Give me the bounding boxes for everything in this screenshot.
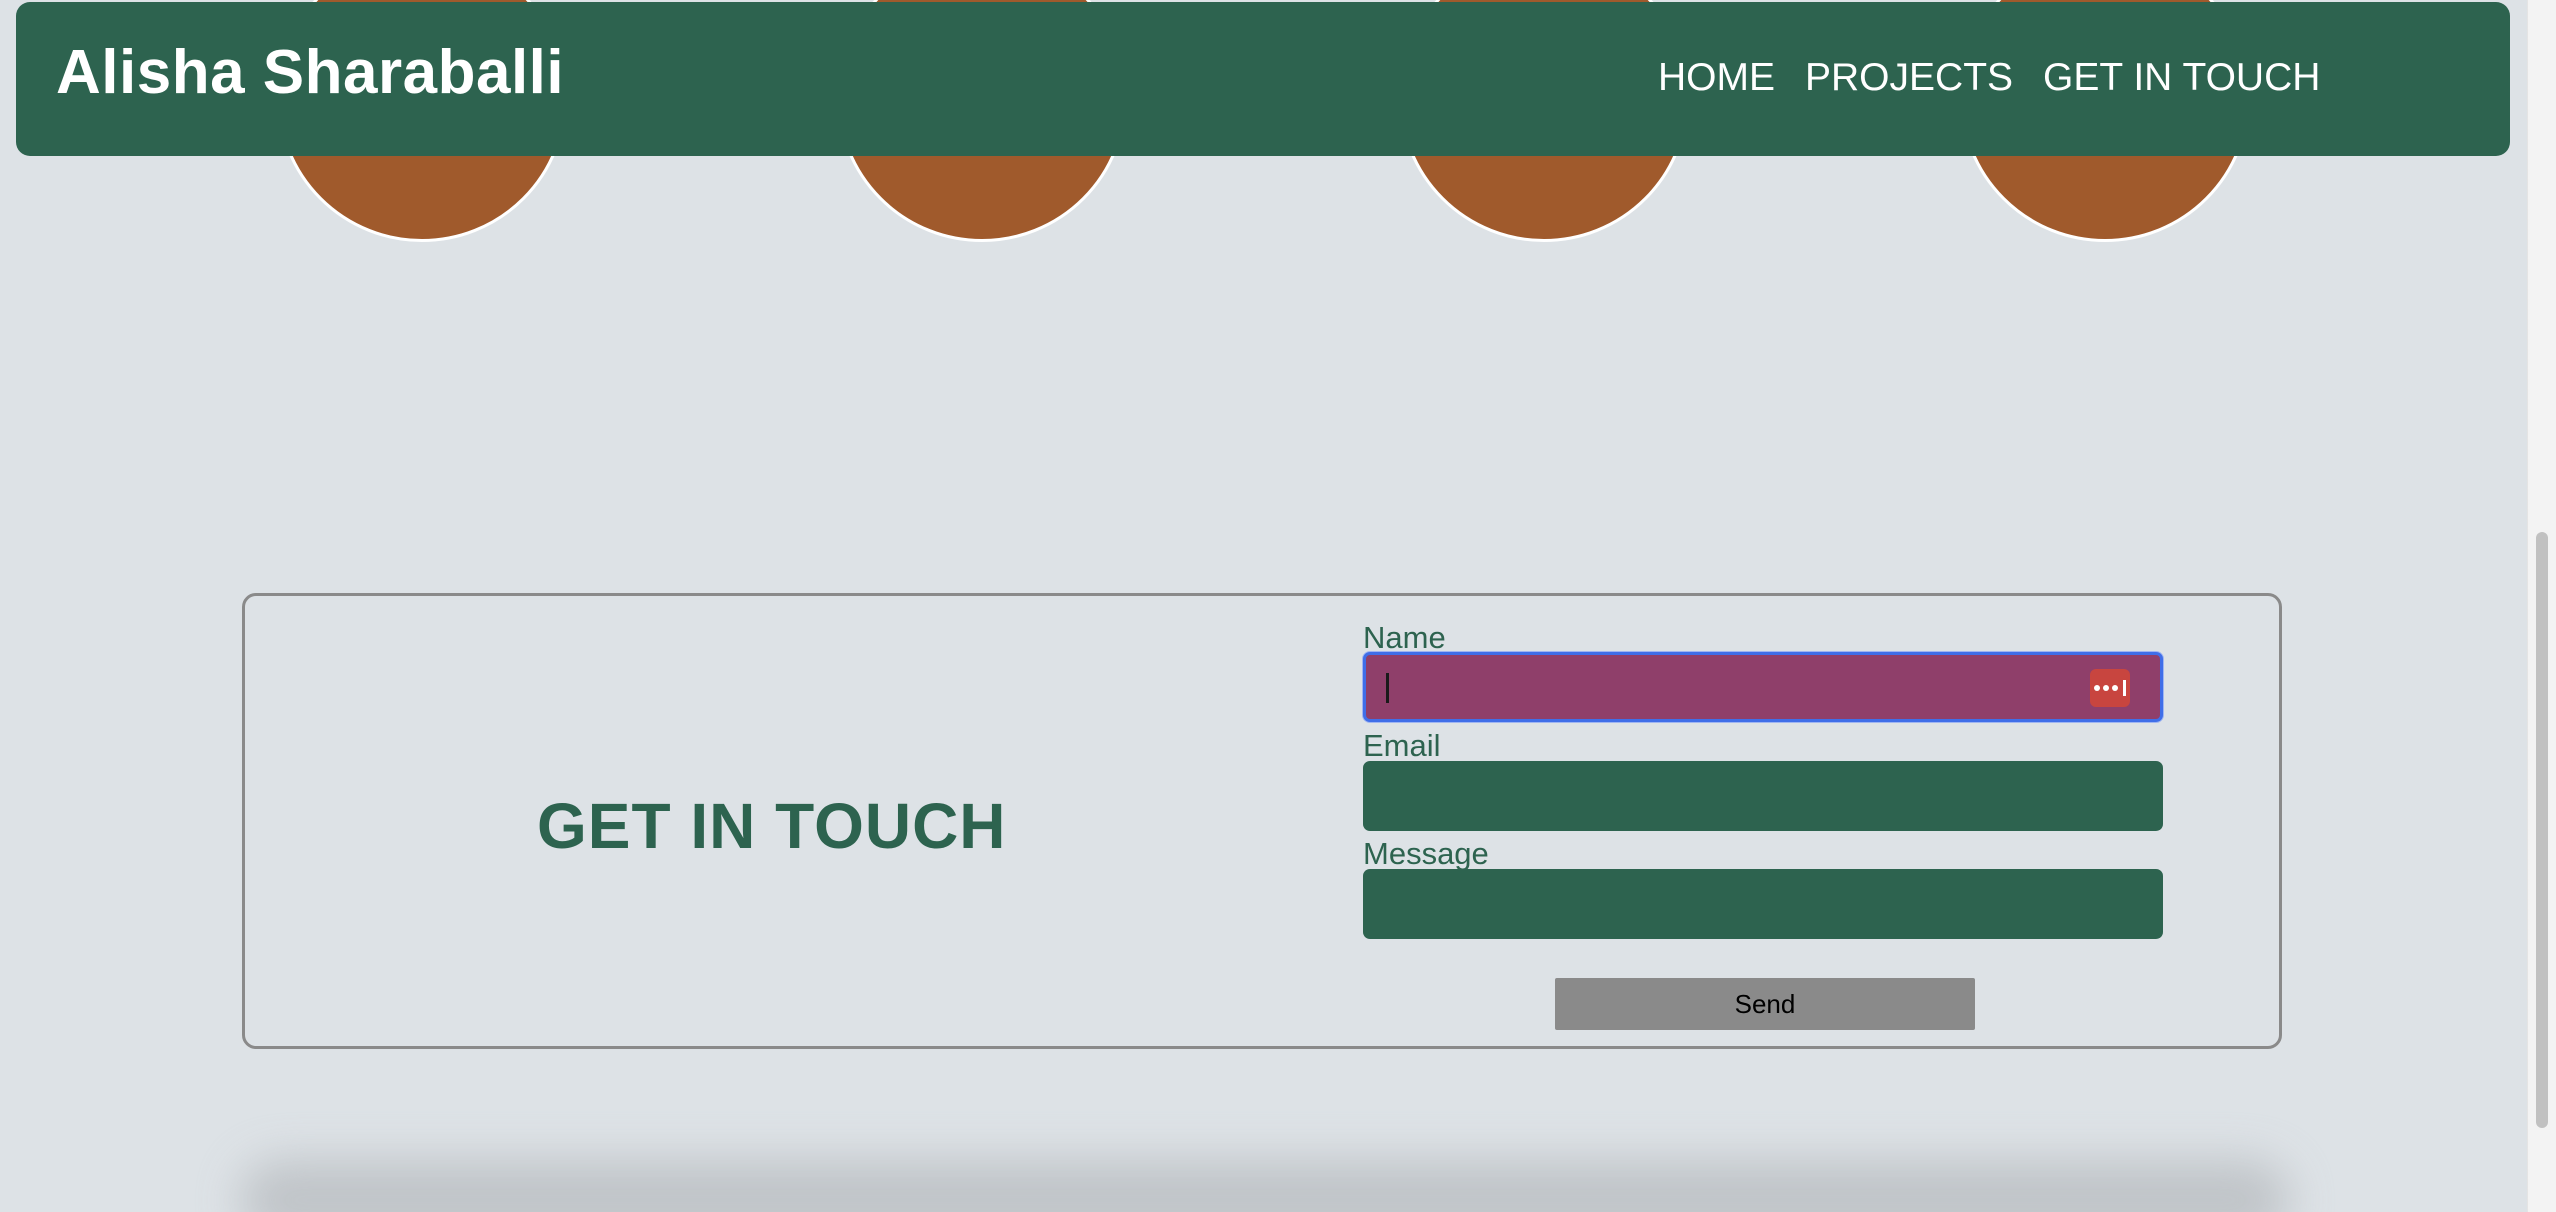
nav-link-projects[interactable]: PROJECTS [1805,58,2013,97]
nav-link-get-in-touch[interactable]: GET IN TOUCH [2043,58,2320,97]
text-caret [1386,673,1389,703]
contact-heading: GET IN TOUCH [537,790,1007,862]
name-label: Name [1363,620,1446,655]
name-input[interactable] [1363,652,2163,722]
send-button[interactable]: Send [1555,978,1975,1030]
contact-card: GET IN TOUCH Name Email Message Send [242,593,2282,1049]
scrollbar-thumb[interactable] [2536,532,2548,1128]
bottom-section-shadow [240,1160,2290,1212]
email-input[interactable] [1363,761,2163,831]
page-viewport: Alisha Sharaballi HOME PROJECTS GET IN T… [0,0,2528,1212]
brand-name[interactable]: Alisha Sharaballi [56,42,564,104]
scrollbar[interactable] [2527,0,2556,1212]
message-label: Message [1363,836,1489,871]
email-label: Email [1363,728,1441,763]
navbar: Alisha Sharaballi HOME PROJECTS GET IN T… [16,2,2510,156]
message-input[interactable] [1363,869,2163,939]
password-manager-icon[interactable] [2090,669,2130,707]
nav-link-home[interactable]: HOME [1658,58,1775,97]
nav-links: HOME PROJECTS GET IN TOUCH [1658,58,2320,97]
